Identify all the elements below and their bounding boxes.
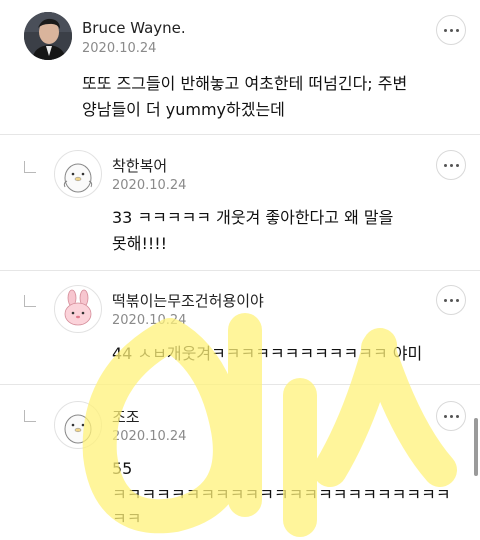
- scrollbar[interactable]: [474, 418, 478, 476]
- comment-text-line: 44 ㅅㅂ개웃겨ㅋㅋㅋㅋㅋㅋㅋㅋㅋㅋㅋㅋ 야미: [112, 344, 423, 363]
- comment-text-line: 못해!!!!: [112, 234, 168, 253]
- pink-bunny-drawing-icon[interactable]: [54, 285, 102, 333]
- comment-text-line: 55: [112, 459, 133, 478]
- reply-item: 떡볶이는무조건허용이야 2020.10.24 44 ㅅㅂ개웃겨ㅋㅋㅋㅋㅋㅋㅋㅋㅋ…: [0, 271, 480, 383]
- penguin-drawing-icon[interactable]: [54, 150, 102, 198]
- reply-arrow-icon: [24, 410, 36, 422]
- penguin-drawing-icon[interactable]: [54, 401, 102, 449]
- comment-author[interactable]: 떡볶이는무조건허용이야: [112, 290, 264, 311]
- more-options-icon[interactable]: [436, 150, 466, 180]
- comment-author[interactable]: 조조: [112, 406, 140, 427]
- comment-text-line: 양남들이 더 yummy하겠는데: [82, 100, 285, 119]
- more-options-icon[interactable]: [436, 15, 466, 45]
- reply-item: 착한복어 2020.10.24 33 ㅋㅋㅋㅋㅋ 개웃겨 좋아한다고 왜 말을 …: [0, 135, 480, 268]
- comment-date: 2020.10.24: [82, 41, 157, 56]
- comment-author[interactable]: Bruce Wayne.: [82, 19, 186, 37]
- reply-arrow-icon: [24, 295, 36, 307]
- comment-item: Bruce Wayne. 2020.10.24 또또 즈그들이 반해놓고 여초한…: [0, 0, 480, 130]
- comment-text-line: ㅋㅋㅋㅋㅋㅋㅋㅋㅋㅋㅋㅋㅋㅋㅋㅋㅋㅋㅋㅋㅋㅋㅋ: [112, 485, 451, 504]
- comment-date: 2020.10.24: [112, 429, 187, 444]
- reply-item: 조조 2020.10.24 55 ㅋㅋㅋㅋㅋㅋㅋㅋㅋㅋㅋㅋㅋㅋㅋㅋㅋㅋㅋㅋㅋㅋㅋ…: [0, 385, 480, 540]
- more-options-icon[interactable]: [436, 401, 466, 431]
- comment-text-line: 또또 즈그들이 반해놓고 여초한테 떠넘긴다; 주변: [82, 74, 408, 93]
- comment-date: 2020.10.24: [112, 313, 187, 328]
- comment-text-line: 33 ㅋㅋㅋㅋㅋ 개웃겨 좋아한다고 왜 말을: [112, 208, 394, 227]
- reply-arrow-icon: [24, 161, 36, 173]
- comment-text-line: ㅋㅋ: [112, 509, 142, 528]
- comment-author[interactable]: 착한복어: [112, 155, 167, 176]
- comment-list: Bruce Wayne. 2020.10.24 또또 즈그들이 반해놓고 여초한…: [0, 0, 480, 540]
- comment-date: 2020.10.24: [112, 178, 187, 193]
- profile-photo-icon[interactable]: [24, 12, 72, 60]
- more-options-icon[interactable]: [436, 285, 466, 315]
